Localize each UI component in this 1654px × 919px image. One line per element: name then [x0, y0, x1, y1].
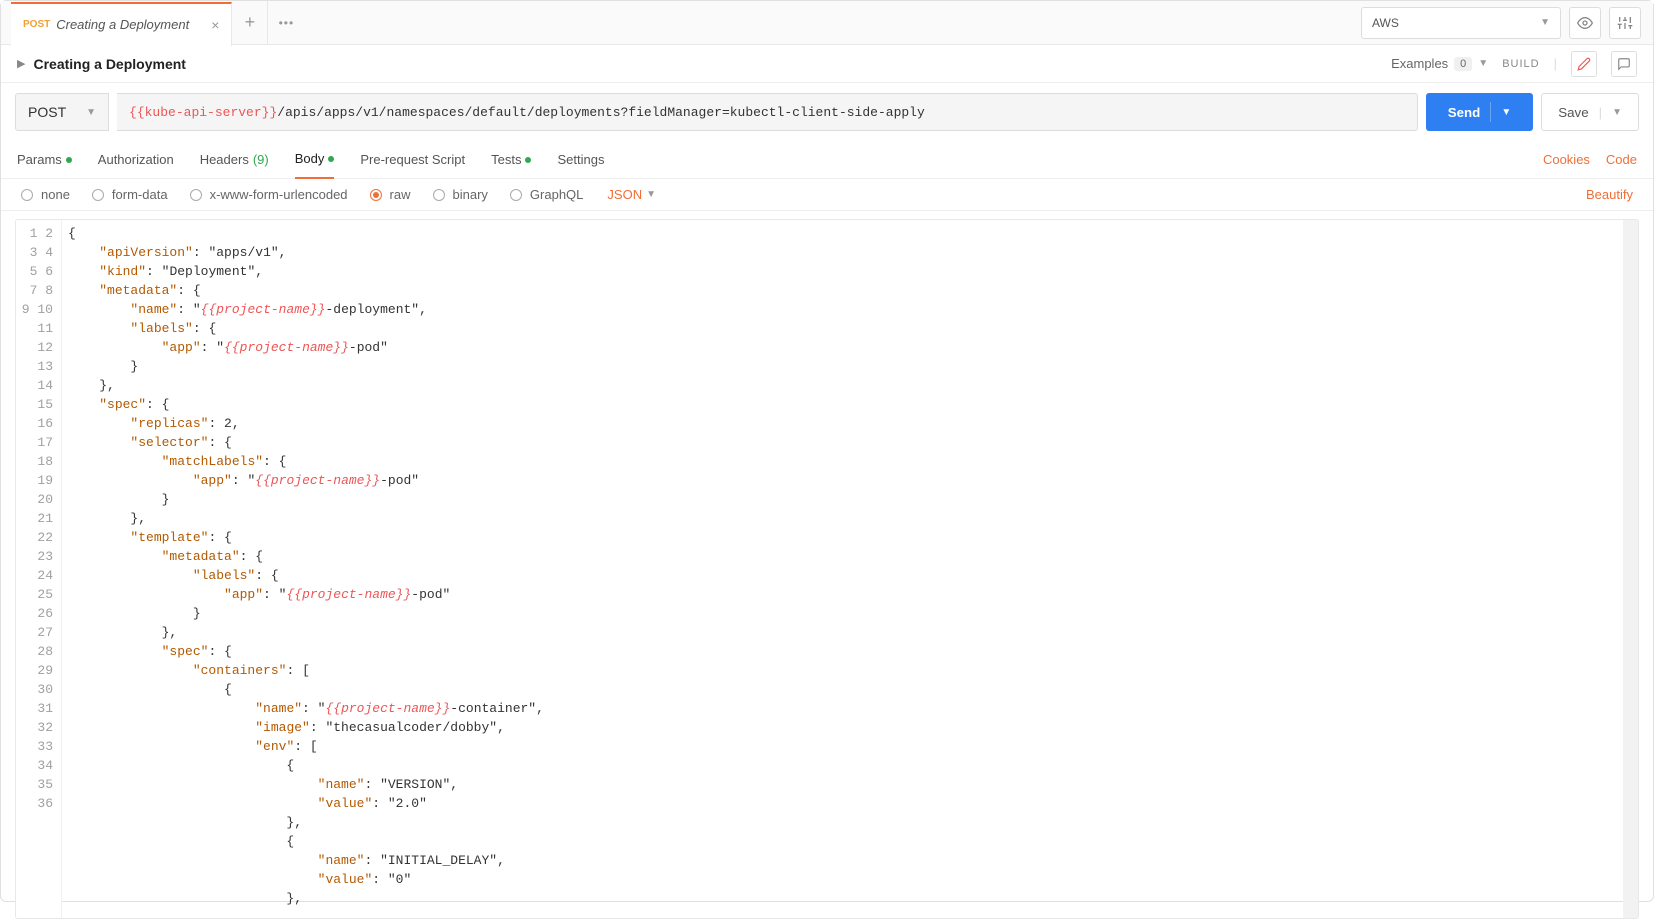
eye-icon: [1577, 15, 1593, 31]
examples-count: 0: [1454, 57, 1472, 71]
radio-none[interactable]: none: [21, 187, 70, 202]
radio-binary[interactable]: binary: [433, 187, 488, 202]
url-path: /apis/apps/v1/namespaces/default/deploym…: [277, 105, 925, 120]
environment-preview-button[interactable]: [1569, 7, 1601, 39]
environment-settings-button[interactable]: [1609, 7, 1641, 39]
body-language-select[interactable]: JSON▼: [607, 187, 656, 202]
body-type-row: none form-data x-www-form-urlencoded raw…: [1, 179, 1653, 211]
line-gutter: 1 2 3 4 5 6 7 8 9 10 11 12 13 14 15 16 1…: [16, 220, 62, 918]
pencil-icon: [1577, 57, 1591, 71]
build-link[interactable]: BUILD: [1502, 58, 1539, 70]
tab-params[interactable]: Params: [17, 141, 72, 179]
tab-prerequest[interactable]: Pre-request Script: [360, 141, 465, 179]
status-dot-icon: [328, 156, 334, 162]
tab-title: Creating a Deployment: [56, 17, 189, 32]
send-label: Send: [1448, 105, 1481, 120]
tab-body[interactable]: Body: [295, 141, 335, 179]
tab-bar: POST Creating a Deployment × + ••• AWS ▼: [1, 1, 1653, 45]
examples-dropdown[interactable]: Examples 0 ▼: [1391, 56, 1488, 71]
body-editor[interactable]: 1 2 3 4 5 6 7 8 9 10 11 12 13 14 15 16 1…: [15, 219, 1639, 919]
status-dot-icon: [525, 157, 531, 163]
url-variable: {{kube-api-server}}: [129, 105, 277, 120]
page-title: Creating a Deployment: [33, 56, 185, 72]
close-icon[interactable]: ×: [211, 17, 219, 33]
chevron-down-icon: ▼: [86, 107, 96, 118]
request-tabs: Params Authorization Headers (9) Body Pr…: [1, 141, 1653, 179]
sliders-icon: [1617, 15, 1633, 31]
chevron-down-icon: ▼: [1612, 107, 1622, 118]
chevron-down-icon: ▼: [646, 189, 656, 200]
radio-formdata[interactable]: form-data: [92, 187, 168, 202]
beautify-link[interactable]: Beautify: [1586, 187, 1633, 202]
chevron-down-icon: ▼: [1540, 17, 1550, 28]
scrollbar[interactable]: [1623, 220, 1638, 918]
send-button[interactable]: Send ▼: [1426, 93, 1534, 131]
code-link[interactable]: Code: [1606, 152, 1637, 167]
edit-button[interactable]: [1571, 51, 1597, 77]
method-label: POST: [28, 104, 66, 120]
save-button[interactable]: Save | ▼: [1541, 93, 1639, 131]
tab-tests[interactable]: Tests: [491, 141, 531, 179]
status-dot-icon: [66, 157, 72, 163]
tab-authorization[interactable]: Authorization: [98, 141, 174, 179]
tab-method-label: POST: [23, 19, 50, 30]
chevron-down-icon: ▼: [1501, 107, 1511, 118]
environment-label: AWS: [1372, 16, 1399, 30]
comment-icon: [1617, 57, 1631, 71]
radio-xwww[interactable]: x-www-form-urlencoded: [190, 187, 348, 202]
cookies-link[interactable]: Cookies: [1543, 152, 1590, 167]
examples-label: Examples: [1391, 56, 1448, 71]
collapse-caret-icon[interactable]: ▶: [17, 57, 25, 70]
radio-graphql[interactable]: GraphQL: [510, 187, 583, 202]
url-input[interactable]: {{kube-api-server}}/apis/apps/v1/namespa…: [117, 93, 1418, 131]
new-tab-button[interactable]: +: [232, 1, 268, 45]
tab-settings[interactable]: Settings: [557, 141, 604, 179]
code-area[interactable]: { "apiVersion": "apps/v1", "kind": "Depl…: [62, 220, 1623, 918]
save-label: Save: [1558, 105, 1588, 120]
tab-headers[interactable]: Headers (9): [200, 141, 269, 179]
comments-button[interactable]: [1611, 51, 1637, 77]
request-url-row: POST ▼ {{kube-api-server}}/apis/apps/v1/…: [1, 83, 1653, 141]
title-row: ▶ Creating a Deployment Examples 0 ▼ BUI…: [1, 45, 1653, 83]
environment-select[interactable]: AWS ▼: [1361, 7, 1561, 39]
method-select[interactable]: POST ▼: [15, 93, 109, 131]
radio-raw[interactable]: raw: [370, 187, 411, 202]
chevron-down-icon: ▼: [1478, 58, 1488, 69]
tab-overflow-button[interactable]: •••: [268, 16, 304, 30]
tab-active[interactable]: POST Creating a Deployment ×: [11, 2, 232, 46]
